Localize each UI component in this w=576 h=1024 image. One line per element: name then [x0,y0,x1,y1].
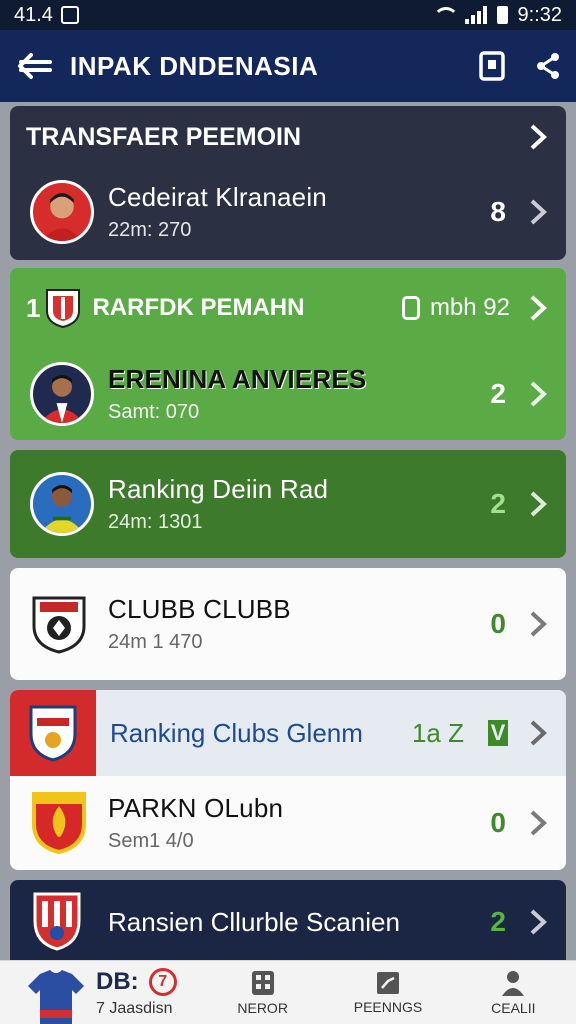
item-count: 0 [490,807,506,838]
rank-number: 1 [26,292,41,323]
player-name: Cedeirat Klranaein [108,182,327,212]
club-name: PARKN OLubn [108,793,284,823]
player-name: Ranking Deiin Rad [108,474,329,504]
player-avatar [30,180,94,244]
player-sub: 22m: 270 [108,219,192,241]
jersey-icon [26,968,86,1024]
item-count: 2 [490,488,506,519]
chevron-right-icon [530,909,547,935]
signal-icon [464,6,487,24]
bookmark-button[interactable] [464,30,520,102]
status-time-left: 41.4 [14,3,53,26]
back-arrow-icon [18,53,52,79]
ranking-name: Ransien Cllurble Scanien [108,906,400,937]
nav-item-home[interactable]: DB: 7 7 Jaasdisn [0,961,200,1024]
wifi-icon [431,7,459,23]
nav-label: NEROR [237,999,288,1016]
player-sub: Samt: 070 [108,401,200,423]
bottom-nav: DB: 7 7 Jaasdisn NEROR PEENNGS CEALII [0,960,576,1024]
nav-label: PEENNGS [353,998,423,1015]
club-crest-icon [32,891,82,953]
app-bar: INPAK DNDENASIA [0,30,576,102]
transfer-card: TRANSFAER PEEMOIN Cedeirat Klranaein 22m… [10,106,566,260]
ranking-header[interactable]: 1 RARFDK PEMAHN mbh 92 [10,268,566,348]
chevron-right-icon [530,810,547,836]
bookmark-icon [479,51,505,81]
ranking-clubs-header[interactable]: Ranking Clubs Glenm 1a Z V [10,690,566,776]
item-count: 8 [490,196,506,227]
notification-icon [60,6,79,24]
list-item[interactable]: Ranking Deiin Rad 24m: 1301 2 [10,450,566,558]
ranking-title: RARFDK PEMAHN [92,294,305,321]
club-name: CLUBB CLUBB [108,594,291,624]
chevron-right-icon [530,199,547,225]
ranking-card-navy: Ransien Cllurble Scanien 2 [10,880,566,964]
ranking-clubs-score: 1a Z [411,717,464,748]
chevron-right-icon [530,491,547,517]
list-item[interactable]: CLUBB CLUBB 24m 1 470 0 [10,568,566,680]
nav-item-peenngs[interactable]: PEENNGS [325,961,450,1024]
share-icon [537,53,559,79]
nav-item-neror[interactable]: NEROR [200,961,325,1024]
player-name: ERENINA ANVIERES [108,364,367,394]
transfer-header[interactable]: TRANSFAER PEEMOIN [10,106,566,168]
list-item[interactable]: Ransien Cllurble Scanien 2 [10,880,566,964]
chart-icon [376,971,399,994]
item-count: 2 [490,906,506,937]
nav-item-cealii[interactable]: CEALII [451,961,576,1024]
ranking-clubs-title: Ranking Clubs Glenm [110,717,363,748]
share-button[interactable] [520,30,576,102]
ranking-card-green: 1 RARFDK PEMAHN mbh 92 ERENINA ANVIERES … [10,268,566,440]
club-sub: Sem1 4/0 [108,830,194,852]
chevron-right-icon [530,611,547,637]
status-time-right: 9::32 [517,3,562,26]
player-sub: 24m: 1301 [108,511,203,533]
chevron-right-icon [530,124,547,150]
back-button[interactable] [0,30,70,102]
club-crest-icon [30,592,88,656]
chevron-right-icon [530,295,547,321]
club-crest-icon [10,690,96,776]
ranking-clubs-card: Ranking Clubs Glenm 1a Z V PARKN OLubn S… [10,690,566,870]
list-item[interactable]: ERENINA ANVIERES Samt: 070 2 [10,348,566,440]
list-item[interactable]: Cedeirat Klranaein 22m: 270 8 [10,168,566,256]
nav-first-label: DB: [96,967,139,995]
club-crest-icon [30,790,88,856]
player-avatar [30,472,94,536]
club-crest-icon [44,287,82,329]
club-card: CLUBB CLUBB 24m 1 470 0 [10,568,566,680]
club-sub: 24m 1 470 [108,631,203,653]
nav-first-sub: 7 Jaasdisn [96,999,173,1017]
medal-icon [402,296,420,320]
nav-label: CEALII [491,999,536,1016]
chevron-right-icon [530,720,547,746]
list-item[interactable]: PARKN OLubn Sem1 4/0 0 [10,776,566,870]
player-avatar [30,362,94,426]
ranking-clubs-flag: V [488,720,508,746]
nav-badge: 7 [148,967,177,996]
item-count: 0 [490,608,506,639]
item-count: 2 [490,378,506,409]
page-title: INPAK DNDENASIA [70,50,319,81]
person-icon [502,970,525,996]
battery-icon [496,6,508,24]
status-bar: 41.4 9::32 [0,0,576,30]
ranking-meta: mbh 92 [429,294,510,321]
transfer-title: TRANSFAER PEEMOIN [26,122,302,151]
grid-icon [251,970,274,995]
ranking-card-dark: Ranking Deiin Rad 24m: 1301 2 [10,450,566,558]
chevron-right-icon [530,381,547,407]
